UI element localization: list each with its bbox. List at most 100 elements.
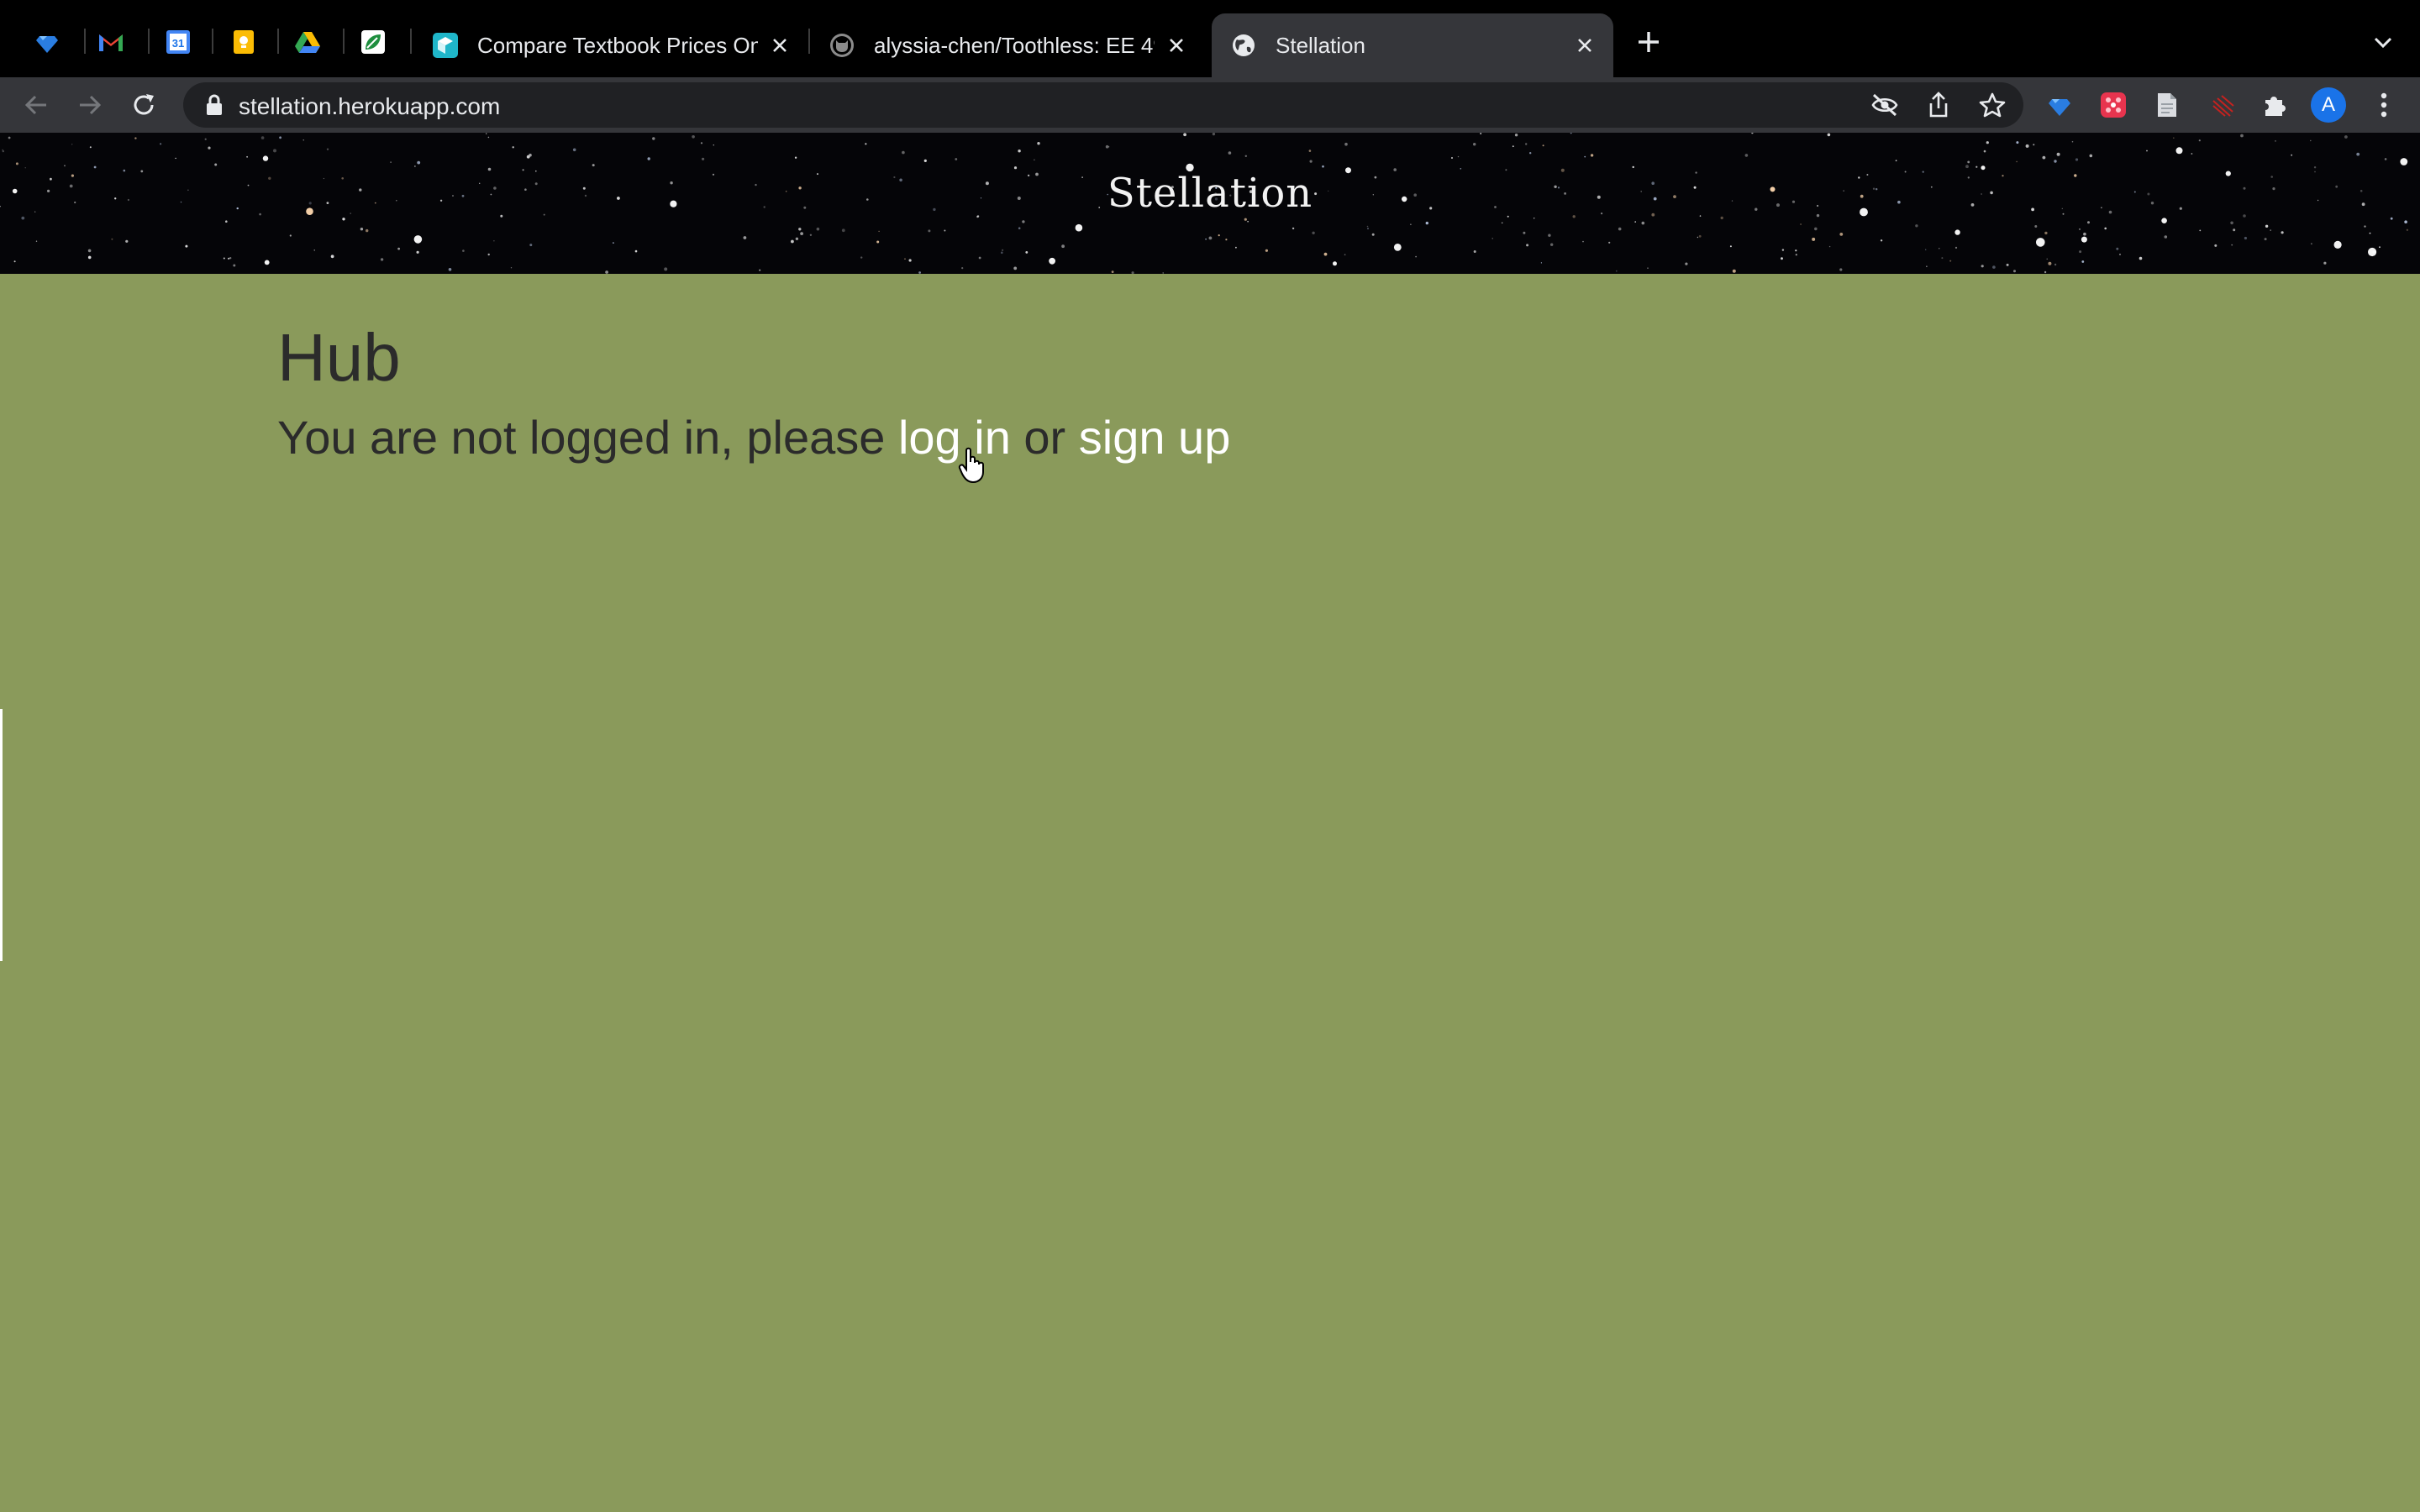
extension-document[interactable] [2149,87,2185,123]
share-icon[interactable] [1924,91,1953,119]
eye-off-icon[interactable] [1870,91,1899,119]
extension-pattern[interactable] [2096,87,2131,123]
pinned-tab-sapphire[interactable] [20,15,74,69]
star [1061,244,1065,249]
star [2054,160,2057,163]
tab-title: Stellation [1276,32,1365,58]
star [262,155,269,161]
profile-avatar[interactable]: A [2311,87,2346,123]
star [791,239,794,244]
star [2265,224,2269,228]
star [2173,137,2175,139]
side-panel-tab[interactable] [0,709,3,961]
extension-lines[interactable] [2205,87,2240,123]
star [13,260,16,263]
star [1322,165,1324,168]
more-vertical-icon [2381,92,2387,118]
gmail-icon [99,34,123,51]
close-icon[interactable] [1571,32,1598,59]
tab-github-toothless[interactable]: alyssia-chen/Toothless: EE 491 [810,13,1205,77]
star [487,136,490,139]
pinned-tab-keep[interactable] [217,15,271,69]
star [1697,236,1699,239]
forward-arrow-icon [80,95,102,115]
extensions-button[interactable] [2257,87,2292,123]
star [1986,141,1989,144]
star [416,237,418,239]
star [605,270,608,274]
page-title: Hub [277,320,401,395]
new-tab-button[interactable] [1630,24,1667,60]
sapphire-icon [36,36,58,53]
star [2044,231,2048,235]
star [2404,220,2407,223]
star [1542,144,1544,147]
star [1225,239,1228,241]
star [1548,234,1551,237]
star [2034,225,2038,228]
star [1333,261,1337,266]
star [1309,160,1313,163]
star [1781,257,1783,260]
log-in-link[interactable]: log in [898,411,1011,464]
star [2042,155,2046,160]
star [1540,262,1542,264]
star [1001,251,1003,255]
star [613,242,614,244]
pinned-tab-gmail[interactable] [84,15,138,69]
site-brand[interactable]: Stellation [0,170,2420,217]
star [944,229,946,232]
pinned-tab-calendar[interactable]: 31 [151,15,205,69]
star [1744,154,1749,157]
address-bar[interactable]: stellation.herokuapp.com [183,82,2023,128]
tab-textbook-prices[interactable]: Compare Textbook Prices Onlin [413,13,808,77]
star [273,149,276,153]
star [1795,254,1797,256]
star [1228,151,1232,155]
star [1941,257,1944,260]
back-button[interactable] [17,86,55,124]
star [978,256,981,260]
star [229,257,232,260]
bookmark-star-icon[interactable] [1978,91,2007,119]
star [2046,258,2048,260]
pinned-tab-drive[interactable] [281,15,334,69]
tab-search-button[interactable] [2365,24,2402,60]
pinned-tab-leaf[interactable] [346,15,400,69]
star [1895,160,1897,162]
star [1323,252,1328,256]
browser-menu-button[interactable] [2366,87,2402,123]
star [1235,246,1237,249]
star [1131,271,1134,274]
star [2119,254,2121,255]
star [2400,158,2408,165]
star [397,247,400,250]
star [510,267,513,269]
tab-stellation[interactable]: Stellation [1212,13,1613,77]
star [1839,233,1844,236]
star [955,158,958,160]
lock-icon[interactable] [202,92,227,118]
star [204,138,207,140]
star [1523,231,1526,234]
reload-button[interactable] [124,86,163,124]
close-icon[interactable] [766,32,793,59]
star [2083,232,2086,236]
star [1981,265,1984,268]
sign-up-link[interactable]: sign up [1079,411,1231,464]
close-icon[interactable] [1163,32,1190,59]
star [1570,133,1572,134]
star [380,258,384,261]
star [413,235,423,244]
star [2244,236,2247,240]
star [2033,144,2035,146]
forward-button[interactable] [71,86,109,124]
puzzle-icon [2265,97,2286,116]
star [208,146,211,150]
star [1244,218,1247,221]
star [342,218,345,221]
extension-sapphire[interactable] [2042,87,2077,123]
back-arrow-icon [24,95,46,115]
hand-cursor-icon [958,447,984,484]
star [87,255,92,260]
